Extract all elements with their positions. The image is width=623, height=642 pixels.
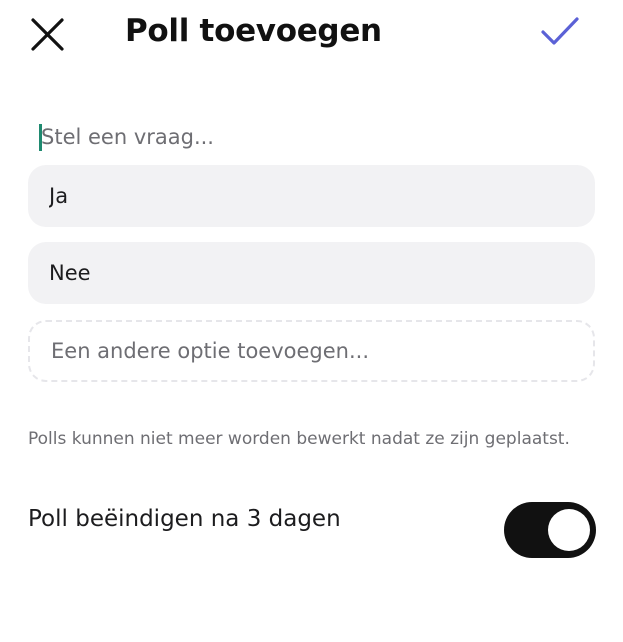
- edit-notice: Polls kunnen niet meer worden bewerkt na…: [28, 429, 570, 449]
- poll-option-1-input[interactable]: [49, 184, 569, 208]
- add-option-field[interactable]: [28, 320, 595, 382]
- header-bar: Poll toevoegen: [0, 0, 623, 66]
- close-icon: [31, 18, 64, 51]
- checkmark-icon: [541, 17, 579, 45]
- page-title: Poll toevoegen: [125, 13, 382, 49]
- end-poll-label: Poll beëindigen na 3 dagen: [28, 506, 341, 532]
- add-option-input[interactable]: [51, 339, 571, 363]
- poll-option-1[interactable]: [28, 165, 595, 227]
- poll-option-2[interactable]: [28, 242, 595, 304]
- confirm-button[interactable]: [538, 12, 582, 52]
- close-button[interactable]: [28, 14, 68, 54]
- question-input[interactable]: [41, 125, 561, 149]
- poll-option-2-input[interactable]: [49, 261, 569, 285]
- toggle-knob: [548, 509, 590, 551]
- question-field[interactable]: [39, 120, 599, 154]
- end-poll-toggle[interactable]: [504, 502, 596, 558]
